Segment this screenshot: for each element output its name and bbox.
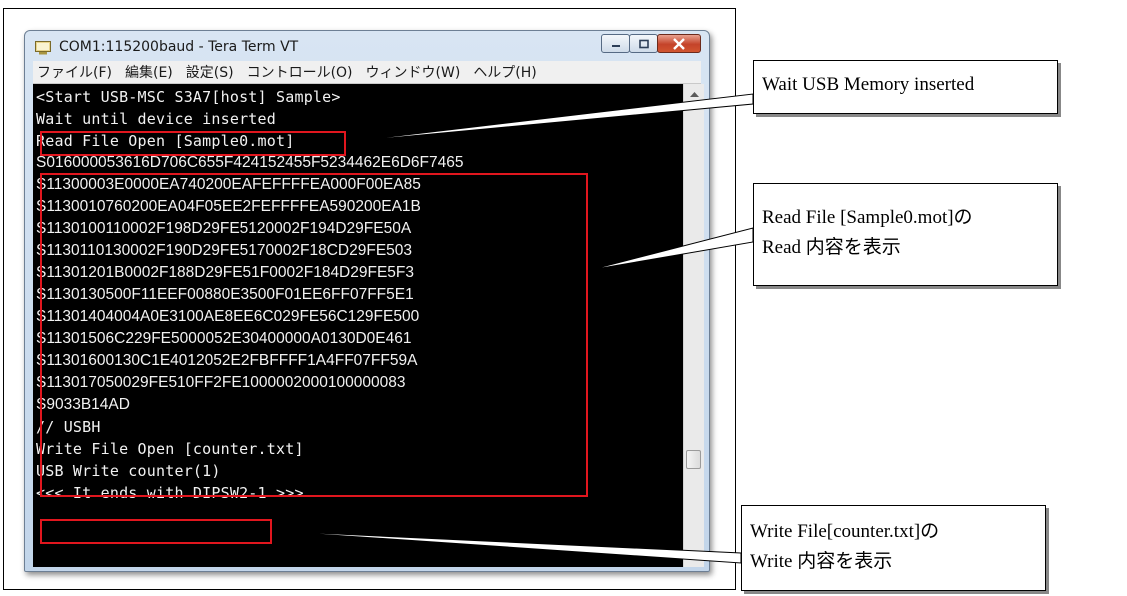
read-callout: Read File [Sample0.mot]の Read 内容を表示 <box>753 183 1058 286</box>
write-callout: Write File[counter.txt]の Write 内容を表示 <box>741 505 1046 591</box>
wait-callout: Wait USB Memory inserted <box>753 60 1058 114</box>
wait-callout-text: Wait USB Memory inserted <box>762 74 975 95</box>
read-callout-line1: Read File [Sample0.mot]の <box>762 207 973 228</box>
read-callout-line2: Read 内容を表示 <box>762 237 901 258</box>
write-callout-line2: Write 内容を表示 <box>750 551 893 572</box>
write-callout-line1: Write File[counter.txt]の <box>750 521 940 542</box>
